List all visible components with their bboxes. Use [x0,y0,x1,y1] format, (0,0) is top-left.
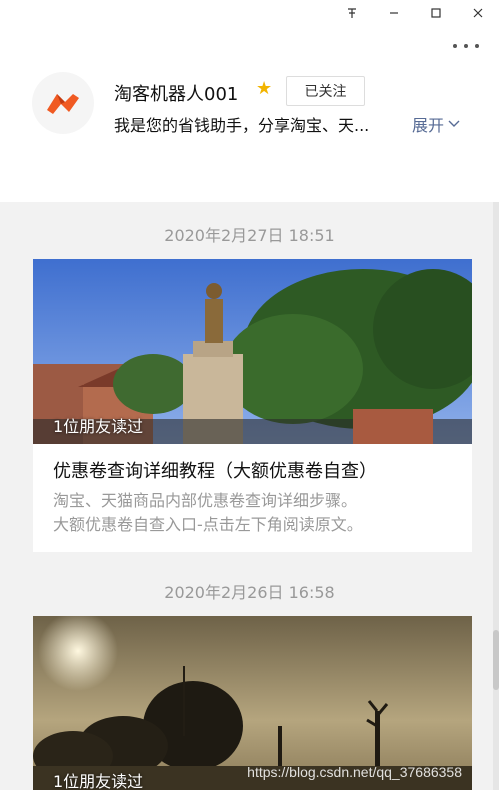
window-controls [331,2,499,24]
article-card[interactable]: 1位朋友读过 优惠卷查询详细教程（大额优惠卷自查） 淘宝、天猫商品内部优惠卷查询… [33,259,472,552]
article-list-window: 淘客机器人001 ★ 已关注 我是您的省钱助手，分享淘宝、天... 展开 202… [0,0,499,790]
article-card[interactable]: 1位朋友读过 https://blog.csdn.net/qq_37686358 [33,616,472,790]
star-icon: ★ [256,78,273,99]
article-date: 2020年2月26日 16:58 [164,583,335,602]
watermark: https://blog.csdn.net/qq_37686358 [247,764,462,780]
article-summary-line: 淘宝、天猫商品内部优惠卷查询详细步骤。 [53,491,358,510]
article-date: 2020年2月27日 18:51 [164,226,335,245]
more-options-icon[interactable] [453,36,479,56]
pin-icon[interactable] [331,2,373,24]
article-summary: 淘宝、天猫商品内部优惠卷查询详细步骤。 大额优惠卷自查入口-点击左下角阅读原文。 [53,489,363,537]
close-button[interactable] [457,2,499,24]
account-header: 淘客机器人001 ★ 已关注 我是您的省钱助手，分享淘宝、天... 展开 [0,0,499,202]
expand-button[interactable]: 展开 [412,112,460,136]
friends-read-label: 1位朋友读过 [53,772,144,790]
follow-button[interactable]: 已关注 [286,76,365,106]
article-summary-line: 大额优惠卷自查入口-点击左下角阅读原文。 [53,515,363,534]
expand-label: 展开 [412,116,445,135]
account-description: 我是您的省钱助手，分享淘宝、天... [114,116,370,135]
chevron-down-icon [448,120,460,127]
maximize-button[interactable] [415,2,457,24]
account-avatar[interactable] [32,72,94,134]
scrollbar[interactable] [493,202,499,790]
account-name: 淘客机器人001 [114,84,239,105]
minimize-button[interactable] [373,2,415,24]
article-title: 优惠卷查询详细教程（大额优惠卷自查） [53,461,377,482]
robot-logo-icon [47,94,79,114]
friends-read-label: 1位朋友读过 [53,417,144,436]
account-profile: 淘客机器人001 ★ 已关注 我是您的省钱助手，分享淘宝、天... 展开 [32,72,472,138]
